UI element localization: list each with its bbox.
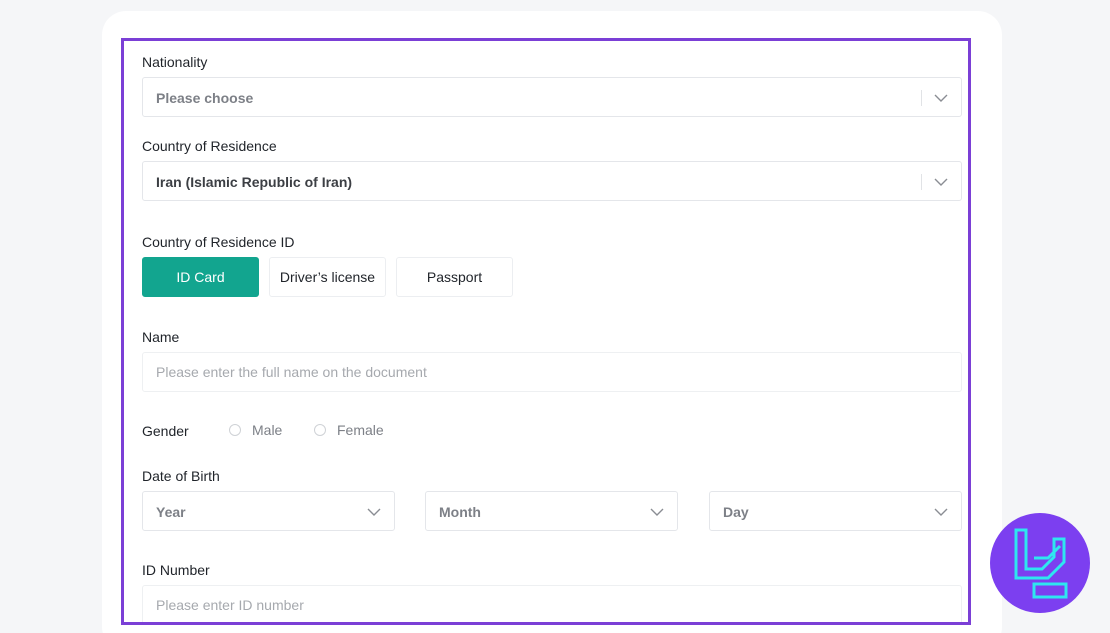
passport-button[interactable]: Passport xyxy=(396,257,513,297)
chevron-down-icon xyxy=(934,94,948,102)
name-input[interactable] xyxy=(143,353,961,391)
chevron-down-icon xyxy=(367,508,381,516)
nationality-select[interactable]: Please choose xyxy=(142,77,962,117)
chevron-down-icon xyxy=(934,508,948,516)
chevron-down-icon xyxy=(934,178,948,186)
name-label: Name xyxy=(142,329,180,345)
radio-circle-icon[interactable] xyxy=(314,424,326,436)
gender-radio-male[interactable]: Male xyxy=(229,422,282,438)
dob-month-value: Month xyxy=(439,504,481,520)
radio-circle-icon[interactable] xyxy=(229,424,241,436)
gender-option-label: Male xyxy=(252,422,283,438)
dob-label: Date of Birth xyxy=(142,468,220,484)
residence-select-value: Iran (Islamic Republic of Iran) xyxy=(156,174,353,190)
dob-year-value: Year xyxy=(156,504,186,520)
chevron-down-icon xyxy=(650,508,664,516)
dob-month-select[interactable]: Month xyxy=(425,491,678,531)
logo-glyph-icon xyxy=(1014,528,1068,599)
id-card-button[interactable]: ID Card xyxy=(142,257,259,297)
residence-label: Country of Residence xyxy=(142,138,277,154)
brand-logo-icon xyxy=(990,513,1090,613)
residence-id-label: Country of Residence ID xyxy=(142,234,295,250)
gender-option-label: Female xyxy=(337,422,384,438)
gender-radio-female[interactable]: Female xyxy=(314,422,384,438)
name-field-box xyxy=(142,352,962,392)
gender-label: Gender xyxy=(142,423,189,439)
dob-day-value: Day xyxy=(723,504,749,520)
dob-day-select[interactable]: Day xyxy=(709,491,962,531)
id-number-input[interactable] xyxy=(143,586,961,624)
select-divider xyxy=(921,90,922,106)
id-number-field-box xyxy=(142,585,962,625)
select-divider xyxy=(921,174,922,190)
drivers-license-button[interactable]: Driver’s license xyxy=(269,257,386,297)
id-number-label: ID Number xyxy=(142,562,210,578)
nationality-select-value: Please choose xyxy=(156,90,254,106)
dob-year-select[interactable]: Year xyxy=(142,491,395,531)
nationality-label: Nationality xyxy=(142,54,208,70)
residence-select[interactable]: Iran (Islamic Republic of Iran) xyxy=(142,161,962,201)
